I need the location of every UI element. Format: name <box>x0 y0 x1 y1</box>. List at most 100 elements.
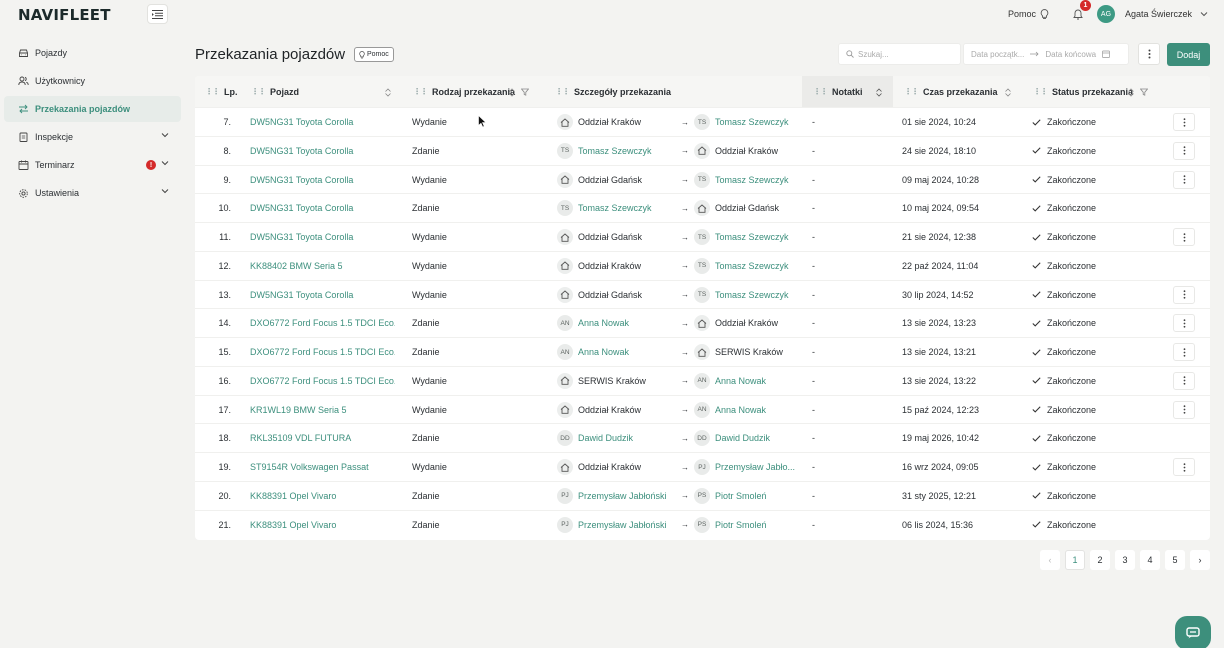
vehicle-link[interactable]: KK88391 Opel Vivaro <box>250 511 395 539</box>
row-actions-button[interactable] <box>1173 458 1195 476</box>
table-row[interactable]: 17. KR1WL19 BMW Seria 5 Wydanie Oddział Kra… <box>195 394 1210 424</box>
row-actions-button[interactable] <box>1173 113 1195 131</box>
more-options-button[interactable] <box>1138 43 1160 65</box>
date-end-input[interactable]: Data końcowa <box>1045 50 1096 59</box>
col-header-vehicle[interactable]: ⋮⋮ Pojazd <box>251 76 299 107</box>
add-button[interactable]: Dodaj <box>1167 43 1210 66</box>
sidebar-item-vehicles[interactable]: Pojazdy <box>4 40 181 66</box>
col-header-details[interactable]: ⋮⋮ Szczegóły przekazania <box>555 76 671 107</box>
table-row[interactable]: 7. DW5NG31 Toyota Corolla Wydanie Oddział K… <box>195 107 1210 136</box>
row-actions-button[interactable] <box>1173 170 1195 189</box>
sort-icon[interactable] <box>385 88 391 97</box>
page-button-3[interactable]: 3 <box>1115 550 1135 570</box>
person-link[interactable]: Anna Nowak <box>715 405 766 415</box>
col-header-lp[interactable]: ⋮⋮ Lp. <box>205 76 238 107</box>
vehicle-link[interactable]: DW5NG31 Toyota Corolla <box>250 137 395 165</box>
person-link[interactable]: Przemysław Jabło... <box>715 462 795 472</box>
table-row[interactable]: 15. DXO6772 Ford Focus 1.5 TDCI Eco... Zda… <box>195 337 1210 366</box>
sort-icon[interactable] <box>509 88 515 97</box>
table-row[interactable]: 9. DW5NG31 Toyota Corolla Wydanie Oddział G… <box>195 164 1210 194</box>
person-link[interactable]: Piotr Smoleń <box>715 491 767 501</box>
page-button-4[interactable]: 4 <box>1140 550 1160 570</box>
col-header-notes[interactable]: ⋮⋮ Notatki <box>813 76 863 107</box>
row-actions-button[interactable] <box>1173 285 1195 304</box>
sidebar-item-inspections[interactable]: Inspekcje <box>4 124 181 150</box>
vehicle-link[interactable]: DW5NG31 Toyota Corolla <box>250 281 395 309</box>
table-row[interactable]: 11. DW5NG31 Toyota Corolla Wydanie Oddział … <box>195 222 1210 251</box>
drag-handle-icon[interactable]: ⋮⋮ <box>555 87 570 96</box>
vehicle-link[interactable]: DW5NG31 Toyota Corolla <box>250 194 395 222</box>
vehicle-link[interactable]: DW5NG31 Toyota Corolla <box>250 108 395 136</box>
sort-icon[interactable] <box>1128 88 1134 97</box>
person-link[interactable]: Tomasz Szewczyk <box>715 117 789 127</box>
drag-handle-icon[interactable]: ⋮⋮ <box>205 87 220 96</box>
vehicle-link[interactable]: DXO6772 Ford Focus 1.5 TDCI Eco... <box>250 309 395 337</box>
table-row[interactable]: 13. DW5NG31 Toyota Corolla Wydanie Oddział … <box>195 279 1210 309</box>
chat-button[interactable] <box>1175 616 1211 648</box>
table-row[interactable]: 16. DXO6772 Ford Focus 1.5 TDCI Eco... Wyd… <box>195 365 1210 395</box>
table-row[interactable]: 20. KK88391 Opel Vivaro Zdanie PJ Przemysław… <box>195 480 1210 510</box>
sort-icon[interactable] <box>1005 88 1011 97</box>
page-button-1[interactable]: 1 <box>1065 550 1085 570</box>
table-row[interactable]: 18. RKL35109 VDL FUTURA Zdanie DD Dawid Dudz… <box>195 423 1210 452</box>
date-start-input[interactable]: Data początk... <box>971 50 1024 59</box>
table-row[interactable]: 10. DW5NG31 Toyota Corolla Zdanie TS Tomasz … <box>195 193 1210 222</box>
sidebar-toggle-button[interactable] <box>147 4 168 24</box>
table-row[interactable]: 12. KK88402 BMW Seria 5 Wydanie Oddział Kra… <box>195 250 1210 280</box>
person-link[interactable]: Anna Nowak <box>578 318 629 328</box>
sidebar-item-vehicle-handovers[interactable]: Przekazania pojazdów <box>4 96 181 122</box>
person-link[interactable]: Tomasz Szewczyk <box>715 261 789 271</box>
row-actions-button[interactable] <box>1173 228 1195 246</box>
user-name[interactable]: Agata Świerczek <box>1125 9 1192 19</box>
person-link[interactable]: Anna Nowak <box>715 376 766 386</box>
vehicle-link[interactable]: KK88402 BMW Seria 5 <box>250 252 395 280</box>
filter-icon[interactable] <box>1140 88 1148 96</box>
filter-icon[interactable] <box>521 88 529 96</box>
col-header-time[interactable]: ⋮⋮ Czas przekazania <box>904 76 998 107</box>
user-avatar[interactable]: AG <box>1096 5 1115 23</box>
person-link[interactable]: Dawid Dudzik <box>715 433 770 443</box>
sidebar-item-settings[interactable]: Ustawienia <box>4 180 181 206</box>
table-row[interactable]: 8. DW5NG31 Toyota Corolla Zdanie TS Tomasz S… <box>195 135 1210 165</box>
col-header-type[interactable]: ⋮⋮ Rodzaj przekazania <box>413 76 515 107</box>
vehicle-link[interactable]: DXO6772 Ford Focus 1.5 TDCI Eco... <box>250 338 395 366</box>
page-button-2[interactable]: 2 <box>1090 550 1110 570</box>
search-input[interactable]: Szukaj... <box>838 43 961 65</box>
drag-handle-icon[interactable]: ⋮⋮ <box>1033 87 1048 96</box>
table-row[interactable]: 14. DXO6772 Ford Focus 1.5 TDCI Eco... Zda… <box>195 308 1210 337</box>
person-link[interactable]: Przemysław Jabłoński <box>578 491 667 501</box>
person-link[interactable]: Przemysław Jabłoński <box>578 520 667 530</box>
drag-handle-icon[interactable]: ⋮⋮ <box>251 87 266 96</box>
sidebar-item-users[interactable]: Użytkownicy <box>4 68 181 94</box>
vehicle-link[interactable]: ST9154R Volkswagen Passat <box>250 453 395 481</box>
person-link[interactable]: Anna Nowak <box>578 347 629 357</box>
page-help-button[interactable]: Pomoc <box>354 47 394 62</box>
vehicle-link[interactable]: DW5NG31 Toyota Corolla <box>250 166 395 194</box>
col-header-status[interactable]: ⋮⋮ Status przekazania <box>1033 76 1133 107</box>
help-link[interactable]: Pomoc <box>1008 8 1049 20</box>
vehicle-link[interactable]: DW5NG31 Toyota Corolla <box>250 223 395 251</box>
table-row[interactable]: 19. ST9154R Volkswagen Passat Wydanie Oddzi… <box>195 452 1210 481</box>
sidebar-item-schedule[interactable]: Terminarz ! <box>4 152 181 178</box>
person-link[interactable]: Tomasz Szewczyk <box>578 146 652 156</box>
person-link[interactable]: Tomasz Szewczyk <box>715 232 789 242</box>
vehicle-link[interactable]: RKL35109 VDL FUTURA <box>250 424 395 452</box>
app-logo[interactable]: NAVIFLEET <box>18 6 111 24</box>
drag-handle-icon[interactable]: ⋮⋮ <box>413 87 428 96</box>
sort-icon[interactable] <box>876 88 882 97</box>
person-link[interactable]: Tomasz Szewczyk <box>715 175 789 185</box>
drag-handle-icon[interactable]: ⋮⋮ <box>904 87 919 96</box>
chevron-down-icon[interactable] <box>1200 11 1208 17</box>
row-actions-button[interactable] <box>1173 141 1195 160</box>
vehicle-link[interactable]: DXO6772 Ford Focus 1.5 TDCI Eco... <box>250 367 395 395</box>
row-actions-button[interactable] <box>1173 314 1195 333</box>
row-actions-button[interactable] <box>1173 343 1195 361</box>
vehicle-link[interactable]: KK88391 Opel Vivaro <box>250 482 395 510</box>
person-link[interactable]: Dawid Dudzik <box>578 433 633 443</box>
next-page-button[interactable]: › <box>1190 550 1210 570</box>
person-link[interactable]: Piotr Smoleń <box>715 520 767 530</box>
vehicle-link[interactable]: KR1WL19 BMW Seria 5 <box>250 396 395 424</box>
person-link[interactable]: Tomasz Szewczyk <box>578 203 652 213</box>
drag-handle-icon[interactable]: ⋮⋮ <box>813 87 828 96</box>
date-range-picker[interactable]: Data początk... Data końcowa <box>963 43 1129 65</box>
